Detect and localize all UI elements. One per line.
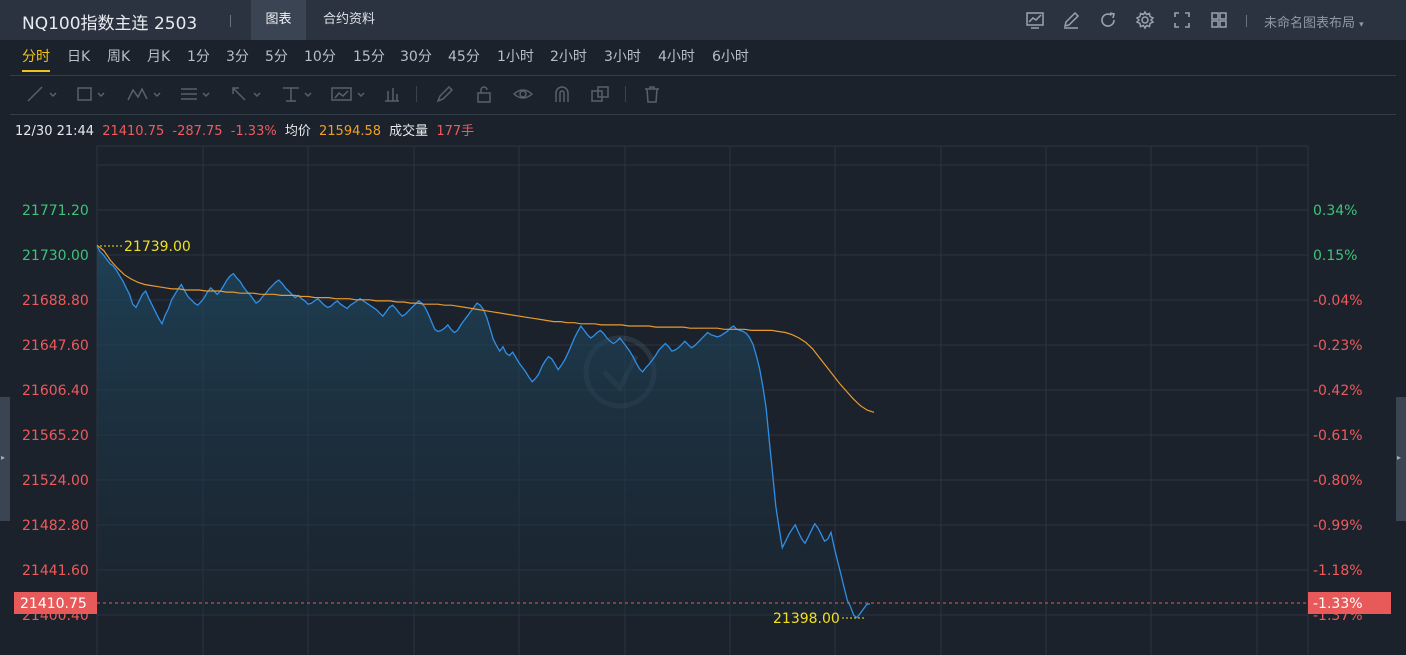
layout-name: 未命名图表布局	[1264, 16, 1356, 31]
visibility-eye-icon[interactable]	[512, 84, 534, 104]
percent-tick-label: 0.15%	[1313, 248, 1357, 264]
period-tab[interactable]: 5分	[265, 46, 288, 70]
percent-axis: 0.34% 0.15% -0.04% -0.23% -0.42% -0.61% -0.80%…	[1313, 203, 1363, 624]
fibonacci-tool-icon[interactable]	[178, 84, 214, 104]
contract-title: NQ100指数主连 2503	[22, 14, 198, 34]
period-tab[interactable]: 1分	[187, 46, 210, 70]
volume-label: 成交量	[389, 124, 429, 139]
toolbar-separator	[416, 86, 417, 102]
price-tick-label: 21441.60	[22, 563, 89, 579]
toolbar-separator	[625, 86, 626, 102]
trash-icon[interactable]	[642, 84, 662, 104]
period-tab[interactable]: 4小时	[658, 46, 695, 70]
percent-tick-label: -0.99%	[1313, 518, 1363, 534]
brush-tool-icon[interactable]	[435, 84, 455, 104]
percent-tick-label: 0.34%	[1313, 203, 1357, 219]
price-axis: 21771.20 21730.00 21688.80 21647.60 21606.40…	[22, 203, 89, 624]
divider	[10, 75, 1396, 76]
lock-icon[interactable]	[474, 84, 494, 104]
right-panel-toggle[interactable]: ▸	[1396, 397, 1406, 521]
quote-time: 12/30 21:44	[15, 124, 95, 139]
current-pct-label: -1.33%	[1313, 596, 1363, 612]
percent-tick-label: -0.80%	[1313, 473, 1363, 489]
period-tabs: 分时 日K 周K 月K 1分 3分 5分 10分 15分 30分 45分 1小时 2小时 3小时 4小时 6小…	[0, 40, 1406, 76]
period-tab[interactable]: 3分	[226, 46, 249, 70]
period-tab[interactable]: 45分	[448, 46, 480, 70]
tab-contract-info[interactable]: 合约资料	[306, 0, 392, 40]
intraday-chart[interactable]: 21771.20 21730.00 21688.80 21647.60 21606.40…	[0, 140, 1406, 655]
measure-tool-icon[interactable]	[382, 84, 402, 104]
period-tab[interactable]: 日K	[67, 46, 90, 70]
header-separator	[1246, 15, 1247, 27]
indicator-icon[interactable]	[1025, 10, 1045, 30]
header-separator	[230, 15, 231, 27]
magnet-icon[interactable]	[552, 84, 572, 104]
clone-icon[interactable]	[590, 84, 610, 104]
rectangle-tool-icon[interactable]	[74, 84, 110, 104]
price-tick-label: 21524.00	[22, 473, 89, 489]
price-change: -287.75	[172, 124, 223, 139]
last-price: 21410.75	[102, 124, 165, 139]
volume-value: 177手	[436, 124, 475, 139]
price-tick-label: 21482.80	[22, 518, 89, 534]
high-price-label: 21739.00	[124, 239, 191, 255]
period-tab[interactable]: 10分	[304, 46, 336, 70]
divider	[10, 114, 1396, 115]
price-tick-label: 21565.20	[22, 428, 89, 444]
draw-pen-icon[interactable]	[1061, 10, 1081, 30]
price-tick-label: 21606.40	[22, 383, 89, 399]
low-price-label: 21398.00	[773, 611, 840, 627]
price-tick-label: 21688.80	[22, 293, 89, 309]
avg-price-label: 均价	[284, 124, 311, 139]
avg-price-value: 21594.58	[319, 124, 382, 139]
period-tab[interactable]: 2小时	[550, 46, 587, 70]
price-tick-label: 21647.60	[22, 338, 89, 354]
percent-tick-label: -1.18%	[1313, 563, 1363, 579]
price-change-pct: -1.33%	[230, 124, 277, 139]
trendline-tool-icon[interactable]	[24, 84, 60, 104]
period-tab[interactable]: 15分	[353, 46, 385, 70]
header-bar: NQ100指数主连 2503 图表 合约资料 未命名图表布局 ▾	[0, 0, 1406, 40]
image-tool-icon[interactable]	[330, 84, 370, 104]
percent-tick-label: -0.04%	[1313, 293, 1363, 309]
price-tick-label: 21771.20	[22, 203, 89, 219]
refresh-icon[interactable]	[1098, 10, 1118, 30]
price-area-fill	[97, 246, 870, 618]
expand-right-icon: ▸	[1397, 453, 1402, 462]
tab-chart[interactable]: 图表	[251, 0, 306, 40]
layout-grid-icon[interactable]	[1209, 10, 1229, 30]
period-tab[interactable]: 分时	[22, 46, 50, 72]
period-tab[interactable]: 3小时	[604, 46, 641, 70]
current-price-label: 21410.75	[20, 596, 87, 612]
percent-tick-label: -0.42%	[1313, 383, 1363, 399]
period-tab[interactable]: 1小时	[497, 46, 534, 70]
fullscreen-icon[interactable]	[1172, 10, 1192, 30]
period-tab[interactable]: 6小时	[712, 46, 749, 70]
period-tab[interactable]: 月K	[147, 46, 170, 70]
settings-gear-icon[interactable]	[1135, 10, 1155, 30]
pattern-tool-icon[interactable]	[126, 84, 166, 104]
quote-info-line: 12/30 21:44 21410.75 -287.75 -1.33% 均价 2…	[15, 120, 478, 139]
caret-down-icon: ▾	[1359, 20, 1364, 30]
left-panel-toggle[interactable]: ▸	[0, 397, 10, 521]
period-tab[interactable]: 周K	[107, 46, 130, 70]
period-tab[interactable]: 30分	[400, 46, 432, 70]
percent-tick-label: -0.23%	[1313, 338, 1363, 354]
price-tick-label: 21730.00	[22, 248, 89, 264]
expand-right-icon: ▸	[1, 453, 6, 462]
chart-layout-dropdown[interactable]: 未命名图表布局 ▾	[1264, 12, 1364, 31]
text-tool-icon[interactable]	[280, 84, 316, 104]
arrow-tool-icon[interactable]	[229, 84, 265, 104]
percent-tick-label: -0.61%	[1313, 428, 1363, 444]
